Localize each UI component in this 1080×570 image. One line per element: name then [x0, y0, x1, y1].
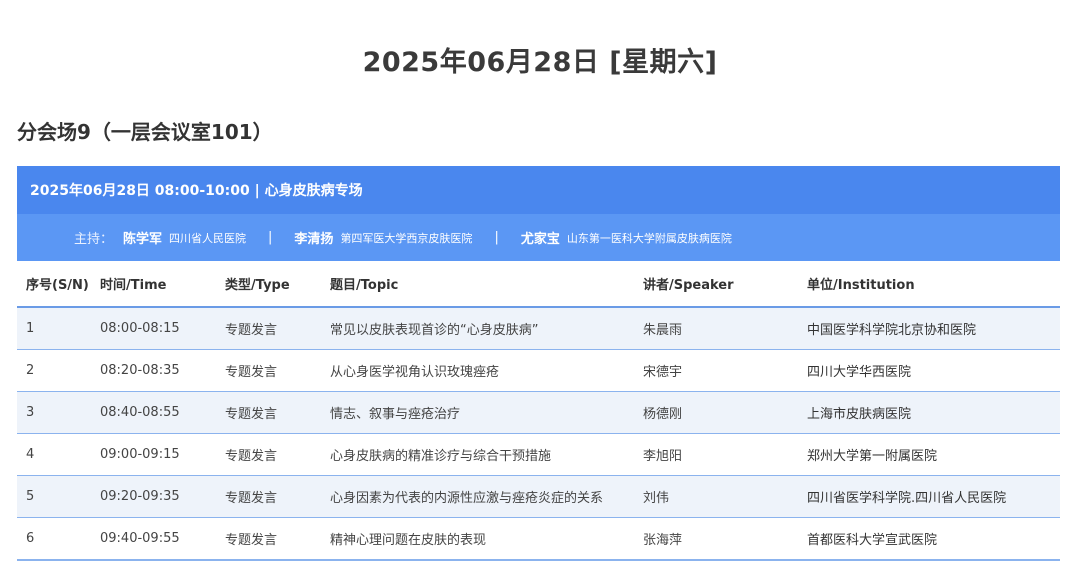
table-row: 4 09:00-09:15 专题发言 心身皮肤病的精准诊疗与综合干预措施 李旭阳…: [17, 433, 1060, 476]
cell-speaker: 宋德宇: [643, 349, 807, 392]
table-header-row: 序号(S/N) 时间/Time 类型/Type 题目/Topic 讲者/Spea…: [17, 261, 1060, 308]
cell-institution: 首都医科大学宣武医院: [807, 517, 1060, 561]
schedule-table: 序号(S/N) 时间/Time 类型/Type 题目/Topic 讲者/Spea…: [17, 261, 1060, 561]
table-row: 1 08:00-08:15 专题发言 常见以皮肤表现首诊的“心身皮肤病” 朱晨雨…: [17, 307, 1060, 350]
cell-type: 专题发言: [225, 475, 330, 518]
cell-institution: 中国医学科学院北京协和医院: [807, 307, 1060, 350]
cell-topic: 常见以皮肤表现首诊的“心身皮肤病”: [330, 307, 643, 350]
hosts-bar: 主持： 陈学军 四川省人民医院 | 李清扬 第四军医大学西京皮肤医院 | 尤家宝…: [17, 214, 1060, 261]
host-separator: |: [494, 230, 499, 245]
cell-topic: 从心身医学视角认识玫瑰痤疮: [330, 349, 643, 392]
column-header-sn: 序号(S/N): [17, 261, 100, 308]
cell-time: 09:20-09:35: [100, 475, 225, 518]
cell-type: 专题发言: [225, 517, 330, 561]
column-header-topic: 题目/Topic: [330, 261, 643, 308]
host-name: 尤家宝: [520, 232, 560, 247]
cell-institution: 四川大学华西医院: [807, 349, 1060, 392]
cell-topic: 心身因素为代表的内源性应激与痤疮炎症的关系: [330, 475, 643, 518]
cell-speaker: 杨德刚: [643, 391, 807, 434]
cell-time: 09:00-09:15: [100, 433, 225, 476]
column-header-speaker: 讲者/Speaker: [643, 261, 807, 308]
cell-type: 专题发言: [225, 349, 330, 392]
cell-time: 09:40-09:55: [100, 517, 225, 561]
host-institution: 山东第一医科大学附属皮肤病医院: [566, 231, 732, 245]
venue-title: 分会场9（一层会议室101）: [17, 120, 273, 144]
cell-time: 08:20-08:35: [100, 349, 225, 392]
cell-speaker: 张海萍: [643, 517, 807, 561]
cell-topic: 情志、叙事与痤疮治疗: [330, 391, 643, 434]
cell-speaker: 朱晨雨: [643, 307, 807, 350]
cell-sn: 3: [17, 391, 100, 434]
cell-sn: 1: [17, 307, 100, 350]
cell-time: 08:00-08:15: [100, 307, 225, 350]
column-header-time: 时间/Time: [100, 261, 225, 308]
table-row: 5 09:20-09:35 专题发言 心身因素为代表的内源性应激与痤疮炎症的关系…: [17, 475, 1060, 518]
cell-speaker: 李旭阳: [643, 433, 807, 476]
cell-sn: 4: [17, 433, 100, 476]
host-institution: 四川省人民医院: [169, 231, 247, 245]
cell-time: 08:40-08:55: [100, 391, 225, 434]
column-header-institution: 单位/Institution: [807, 261, 1060, 308]
host-institution: 第四军医大学西京皮肤医院: [340, 231, 473, 245]
cell-type: 专题发言: [225, 433, 330, 476]
cell-type: 专题发言: [225, 391, 330, 434]
cell-topic: 心身皮肤病的精准诊疗与综合干预措施: [330, 433, 643, 476]
cell-speaker: 刘伟: [643, 475, 807, 518]
cell-sn: 5: [17, 475, 100, 518]
host-separator: |: [268, 230, 273, 245]
table-row: 2 08:20-08:35 专题发言 从心身医学视角认识玫瑰痤疮 宋德宇 四川大…: [17, 349, 1060, 392]
cell-type: 专题发言: [225, 307, 330, 350]
cell-institution: 郑州大学第一附属医院: [807, 433, 1060, 476]
hosts-label: 主持：: [74, 232, 114, 247]
cell-topic: 精神心理问题在皮肤的表现: [330, 517, 643, 561]
cell-institution: 上海市皮肤病医院: [807, 391, 1060, 434]
cell-sn: 6: [17, 517, 100, 561]
cell-institution: 四川省医学科学院.四川省人民医院: [807, 475, 1060, 518]
host-name: 陈学军: [123, 232, 163, 247]
table-row: 3 08:40-08:55 专题发言 情志、叙事与痤疮治疗 杨德刚 上海市皮肤病…: [17, 391, 1060, 434]
cell-sn: 2: [17, 349, 100, 392]
session-header: 2025年06月28日 08:00-10:00 | 心身皮肤病专场: [17, 166, 1060, 214]
host-name: 李清扬: [294, 232, 334, 247]
date-title: 2025年06月28日 [星期六]: [362, 47, 718, 78]
table-row: 6 09:40-09:55 专题发言 精神心理问题在皮肤的表现 张海萍 首都医科…: [17, 517, 1060, 561]
column-header-type: 类型/Type: [225, 261, 330, 308]
